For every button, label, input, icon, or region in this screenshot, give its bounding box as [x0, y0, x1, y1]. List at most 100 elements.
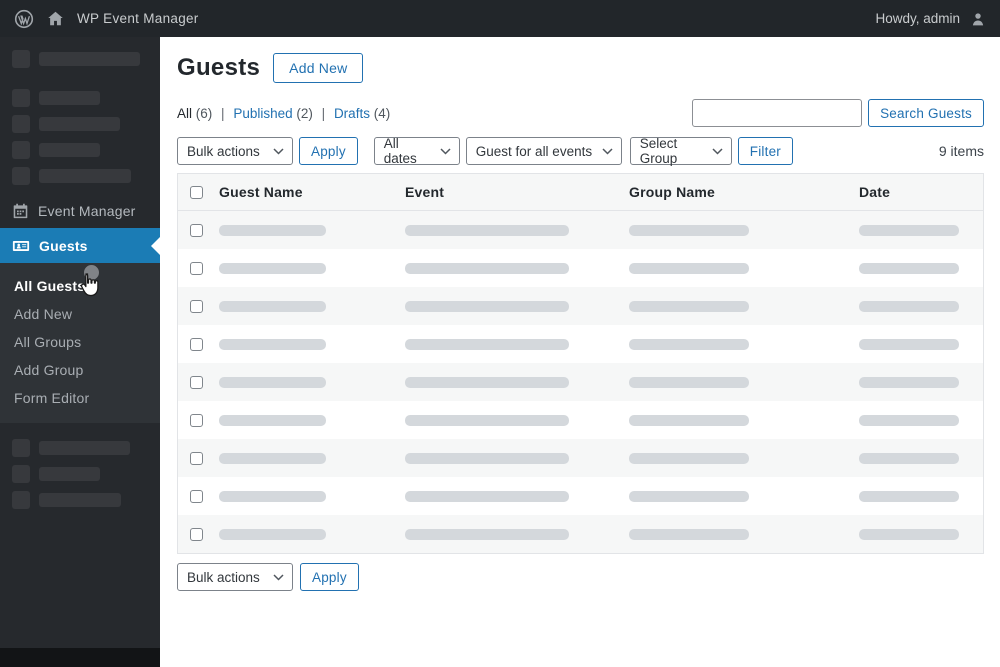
dates-selected-value: All dates	[383, 136, 417, 166]
table-row	[178, 211, 983, 249]
event-placeholder-bar	[405, 224, 569, 236]
view-all-link[interactable]: All	[177, 106, 192, 121]
row-checkbox[interactable]	[190, 527, 203, 541]
sidebar-placeholder-item	[0, 465, 160, 483]
add-new-button[interactable]: Add New	[273, 53, 364, 83]
sidebar-placeholder-item	[0, 491, 160, 509]
sidebar-item-label: Guests	[39, 237, 88, 254]
sidebar-placeholder-group-bottom	[0, 439, 160, 509]
howdy-text[interactable]: Howdy, admin	[875, 11, 960, 26]
table-row	[178, 401, 983, 439]
row-checkbox[interactable]	[190, 337, 203, 351]
apply-button[interactable]: Apply	[299, 137, 358, 165]
row-checkbox[interactable]	[190, 489, 203, 503]
sidebar-item-event-manager[interactable]: Event Manager	[0, 193, 160, 228]
select-all-checkbox[interactable]	[190, 185, 203, 199]
bulk-actions-select-bottom[interactable]: Bulk actions	[177, 563, 293, 591]
admin-bar-right: Howdy, admin	[875, 11, 986, 27]
sidebar-placeholder-item	[0, 50, 160, 68]
views-separator: |	[321, 105, 326, 121]
sidebar-item-add-group[interactable]: Add Group	[0, 356, 160, 384]
row-checkbox[interactable]	[190, 299, 203, 313]
sidebar-placeholder-item	[0, 439, 160, 457]
row-checkbox[interactable]	[190, 413, 203, 427]
sidebar-item-add-new[interactable]: Add New	[0, 300, 160, 328]
placeholder-bar	[39, 91, 100, 105]
date-placeholder-bar	[859, 224, 959, 236]
search-box: Search Guests	[692, 99, 984, 127]
column-header-date: Date	[859, 184, 891, 200]
view-drafts-link[interactable]: Drafts	[334, 106, 370, 121]
wordpress-logo-icon[interactable]	[14, 9, 34, 29]
date-placeholder-bar	[859, 452, 959, 464]
placeholder-bar	[39, 117, 120, 131]
guest-name-placeholder-bar	[219, 376, 326, 388]
sidebar-footer-strip	[0, 648, 160, 667]
column-header-guest-name: Guest Name	[219, 184, 303, 200]
sidebar-item-guests[interactable]: Guests	[0, 228, 160, 263]
admin-bar-left: WP Event Manager	[14, 9, 199, 29]
view-drafts-count: (4)	[373, 105, 391, 121]
search-guests-button[interactable]: Search Guests	[868, 99, 984, 127]
id-card-icon	[12, 237, 30, 255]
guest-name-placeholder-bar	[219, 300, 326, 312]
bulk-actions-select[interactable]: Bulk actions	[177, 137, 293, 165]
date-placeholder-bar	[859, 376, 959, 388]
sidebar-item-all-guests[interactable]: All Guests	[0, 272, 160, 300]
placeholder-icon	[12, 167, 30, 185]
guests-submenu: All Guests Add New All Groups Add Group …	[0, 263, 160, 423]
date-placeholder-bar	[859, 338, 959, 350]
user-avatar-icon[interactable]	[970, 11, 986, 27]
table-row	[178, 439, 983, 477]
sidebar-item-form-editor[interactable]: Form Editor	[0, 384, 160, 412]
event-placeholder-bar	[405, 376, 569, 388]
page-header: Guests Add New	[177, 53, 984, 83]
group-name-placeholder-bar	[629, 414, 749, 426]
chevron-down-icon	[602, 147, 613, 155]
column-header-event: Event	[405, 184, 445, 200]
event-placeholder-bar	[405, 528, 569, 540]
group-name-placeholder-bar	[629, 300, 749, 312]
row-checkbox[interactable]	[190, 451, 203, 465]
active-menu-arrow	[151, 236, 160, 255]
sidebar-item-all-groups[interactable]: All Groups	[0, 328, 160, 356]
apply-button-bottom[interactable]: Apply	[300, 563, 359, 591]
event-placeholder-bar	[405, 338, 569, 350]
event-placeholder-bar	[405, 262, 569, 274]
group-name-placeholder-bar	[629, 452, 749, 464]
home-icon[interactable]	[47, 10, 64, 27]
group-filter-select[interactable]: Select Group	[629, 136, 732, 166]
placeholder-icon	[12, 491, 30, 509]
event-placeholder-bar	[405, 414, 569, 426]
event-filter-selected-value: Guest for all events	[475, 143, 593, 159]
bulk-actions-selected-value: Bulk actions	[187, 143, 260, 159]
group-filter-selected-value: Select Group	[639, 136, 678, 166]
date-placeholder-bar	[859, 490, 959, 502]
row-checkbox[interactable]	[190, 261, 203, 275]
guest-name-placeholder-bar	[219, 490, 326, 502]
table-row	[178, 287, 983, 325]
column-header-group-name: Group Name	[629, 184, 716, 200]
guests-table: Guest Name Event Group Name Date	[177, 173, 984, 554]
group-name-placeholder-bar	[629, 224, 749, 236]
placeholder-bar	[39, 52, 140, 66]
placeholder-icon	[12, 465, 30, 483]
table-row	[178, 363, 983, 401]
view-published-link[interactable]: Published	[233, 106, 292, 121]
row-checkbox[interactable]	[190, 375, 203, 389]
event-filter-select[interactable]: Guest for all events	[465, 137, 622, 165]
filter-button[interactable]: Filter	[737, 137, 793, 165]
status-filter-links: All (6) | Published (2) | Drafts (4)	[177, 106, 390, 121]
group-name-placeholder-bar	[629, 338, 749, 350]
date-placeholder-bar	[859, 414, 959, 426]
placeholder-bar	[39, 143, 100, 157]
event-placeholder-bar	[405, 300, 569, 312]
chevron-down-icon	[273, 147, 284, 155]
views-separator: |	[221, 105, 225, 121]
row-checkbox[interactable]	[190, 223, 203, 237]
sidebar-placeholder-item	[0, 115, 160, 133]
group-name-placeholder-bar	[629, 490, 749, 502]
search-input[interactable]	[692, 99, 863, 127]
dates-filter-select[interactable]: All dates	[373, 136, 460, 166]
site-name[interactable]: WP Event Manager	[77, 11, 199, 26]
